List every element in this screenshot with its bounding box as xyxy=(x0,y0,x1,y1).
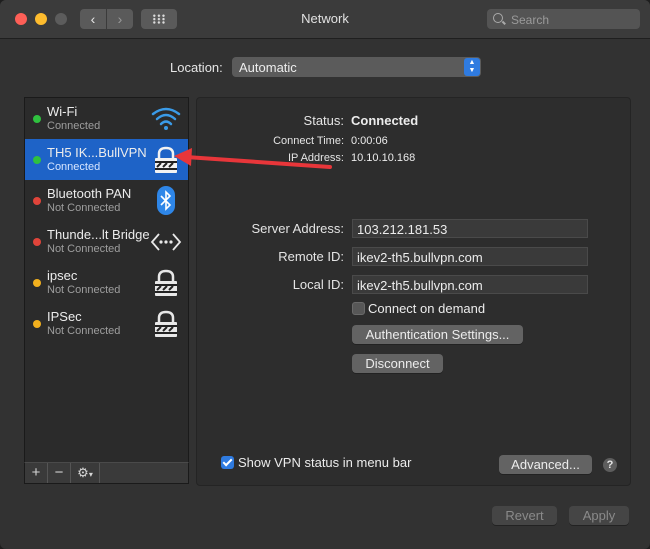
network-preferences-window: ‹ › Network Location: Automatic ▲▼ Wi-Fi… xyxy=(0,0,650,549)
connect-on-demand-label: Connect on demand xyxy=(368,301,486,316)
disconnect-button[interactable]: Disconnect xyxy=(352,354,443,373)
lock-icon xyxy=(155,269,177,296)
updown-chevron-icon: ▲ ▼ xyxy=(464,58,480,76)
service-item-wifi[interactable]: Wi-Fi Connected xyxy=(25,98,188,139)
ip-address-label: IP Address: xyxy=(287,152,344,164)
connect-time-value: 0:00:06 xyxy=(351,135,388,147)
authentication-settings-button[interactable]: Authentication Settings... xyxy=(352,325,523,344)
status-dot xyxy=(33,115,41,123)
status-label: Status: xyxy=(303,113,344,128)
service-name: IPSec xyxy=(47,309,82,324)
lock-icon xyxy=(155,310,177,337)
remote-id-field[interactable] xyxy=(352,247,588,267)
ip-address-value: 10.10.10.168 xyxy=(351,152,416,164)
service-name: Wi-Fi xyxy=(47,104,78,119)
service-status: Not Connected xyxy=(47,325,121,337)
service-status: Connected xyxy=(47,161,101,173)
status-dot xyxy=(33,279,41,287)
show-vpn-status-label: Show VPN status in menu bar xyxy=(238,455,412,470)
bluetooth-icon xyxy=(157,186,175,215)
search-icon xyxy=(493,13,503,23)
help-button[interactable]: ? xyxy=(603,458,617,472)
service-name: TH5 IK...BullVPN xyxy=(47,145,147,160)
service-item-thunderbolt-bridge[interactable]: Thunde...lt Bridge Not Connected xyxy=(25,221,188,262)
gear-icon: ⚙ xyxy=(77,465,89,480)
service-item-ipsec-lower[interactable]: ipsec Not Connected xyxy=(25,262,188,303)
service-item-ipsec-upper[interactable]: IPSec Not Connected xyxy=(25,303,188,344)
remote-id-input[interactable] xyxy=(355,248,587,267)
connect-time-label: Connect Time: xyxy=(273,135,344,147)
connect-on-demand-checkbox[interactable] xyxy=(352,302,365,315)
local-id-label: Local ID: xyxy=(292,277,344,292)
location-value: Automatic xyxy=(239,60,297,75)
location-select[interactable]: Automatic ▲ ▼ xyxy=(232,57,481,77)
status-dot xyxy=(33,320,41,328)
show-vpn-status-checkbox[interactable] xyxy=(221,456,234,469)
service-item-bluetooth-pan[interactable]: Bluetooth PAN Not Connected xyxy=(25,180,188,221)
status-dot xyxy=(33,197,41,205)
server-address-input[interactable] xyxy=(355,220,587,239)
local-id-input[interactable] xyxy=(355,276,587,295)
status-dot xyxy=(33,156,41,164)
service-status: Not Connected xyxy=(47,284,121,296)
thunderbolt-bridge-icon xyxy=(150,233,182,251)
wifi-icon xyxy=(151,107,181,130)
revert-button[interactable]: Revert xyxy=(492,506,557,525)
service-name: Bluetooth PAN xyxy=(47,186,132,201)
service-status: Connected xyxy=(47,120,101,132)
gear-menu-button[interactable]: ⚙▾ xyxy=(71,463,100,483)
remove-service-button[interactable]: − xyxy=(48,463,71,483)
lock-icon xyxy=(155,146,177,173)
advanced-button[interactable]: Advanced... xyxy=(499,455,592,474)
server-address-label: Server Address: xyxy=(251,221,345,236)
service-list: Wi-Fi Connected TH5 IK...BullVPN Connect… xyxy=(24,97,189,464)
remote-id-label: Remote ID: xyxy=(278,249,344,264)
status-dot xyxy=(33,238,41,246)
status-value: Connected xyxy=(351,113,419,128)
service-item-bullvpn[interactable]: TH5 IK...BullVPN Connected xyxy=(25,139,188,180)
title-bar: ‹ › Network xyxy=(0,0,650,39)
service-name: ipsec xyxy=(47,268,78,283)
add-service-button[interactable]: + xyxy=(25,463,48,483)
service-status: Not Connected xyxy=(47,202,121,214)
location-label: Location: xyxy=(170,60,223,75)
server-address-field[interactable] xyxy=(352,219,588,239)
service-list-toolbar: + − ⚙▾ xyxy=(24,462,189,484)
search-field[interactable] xyxy=(487,9,640,29)
service-name: Thunde...lt Bridge xyxy=(47,227,150,242)
service-status: Not Connected xyxy=(47,243,121,255)
search-input[interactable] xyxy=(509,11,638,29)
chevron-down-icon: ▾ xyxy=(88,470,93,479)
apply-button[interactable]: Apply xyxy=(569,506,629,525)
local-id-field[interactable] xyxy=(352,275,588,295)
